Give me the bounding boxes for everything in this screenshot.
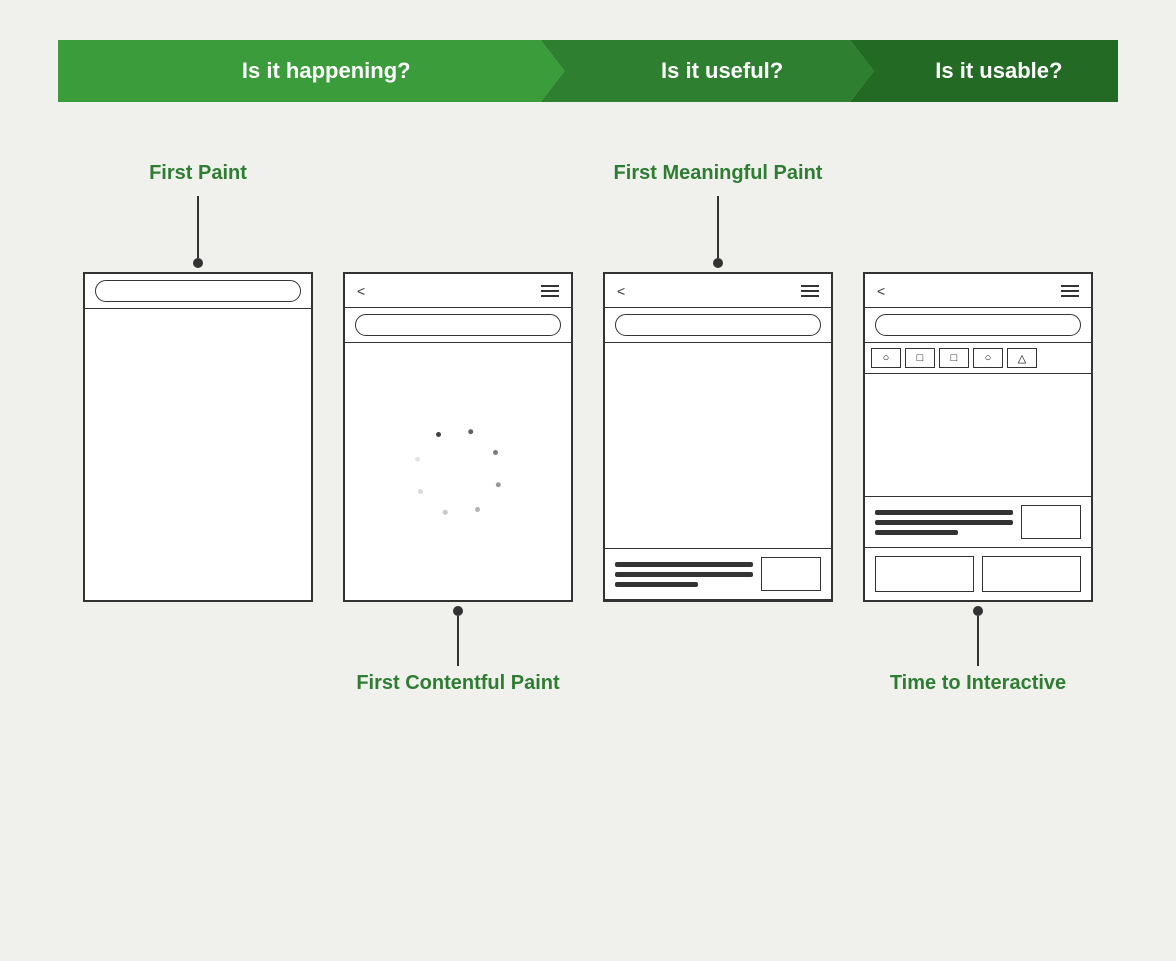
line-fcp xyxy=(457,616,459,666)
card-tti: < ○ □ □ ○ △ xyxy=(863,162,1093,700)
phone-fmp: < xyxy=(603,272,833,602)
text-btn-row-fmp xyxy=(605,549,831,600)
phone-searchbar-fcp xyxy=(345,308,571,343)
line-tti xyxy=(977,616,979,666)
connector-bottom-tti xyxy=(973,606,983,666)
search-pill-fmp xyxy=(615,314,821,336)
text-btn-row-tti xyxy=(865,497,1091,548)
text-lines-tti xyxy=(875,510,1013,535)
action-btn-tti xyxy=(1021,505,1081,539)
dot-tti xyxy=(973,606,983,616)
tab-square1: □ xyxy=(905,348,935,368)
tab-circle: ○ xyxy=(871,348,901,368)
connector-top-first-paint xyxy=(193,196,203,268)
banner-label-happening: Is it happening? xyxy=(242,58,411,84)
action-btn-fmp xyxy=(761,557,821,591)
phone-searchbar-tti xyxy=(865,308,1091,343)
line2-fmp xyxy=(615,572,753,577)
vertical-line xyxy=(197,208,199,258)
phone-topbar-fmp: < xyxy=(605,274,831,308)
dot-fmp xyxy=(713,258,723,268)
big-btn-left-tti xyxy=(875,556,974,592)
search-pill xyxy=(95,280,301,302)
banner-segment-happening: Is it happening? xyxy=(58,40,565,102)
spinner-dots xyxy=(436,450,480,494)
line1-tti xyxy=(875,510,1013,515)
phone-topbar-fcp: < xyxy=(345,274,571,308)
btn-row-tti xyxy=(865,548,1091,600)
tab-square2: □ xyxy=(939,348,969,368)
phone-tabs-tti: ○ □ □ ○ △ xyxy=(865,343,1091,374)
search-pill-tti xyxy=(875,314,1081,336)
big-btn-right-tti xyxy=(982,556,1081,592)
label-first-paint: First Paint xyxy=(149,162,247,190)
phone-first-paint xyxy=(83,272,313,602)
dot xyxy=(193,258,203,268)
banner-label-usable: Is it usable? xyxy=(935,58,1062,84)
tab-circle2: ○ xyxy=(973,348,1003,368)
card-first-meaningful-paint: First Meaningful Paint < xyxy=(603,162,833,602)
phone-empty-body xyxy=(85,309,311,600)
line1-fmp xyxy=(615,562,753,567)
search-pill-fcp xyxy=(355,314,561,336)
connector-top-fmp xyxy=(713,196,723,268)
line3-fmp xyxy=(615,582,698,587)
line2-tti xyxy=(875,520,1013,525)
phone-searchbar xyxy=(85,274,311,309)
line3-tti xyxy=(875,530,958,535)
phone-tti: < ○ □ □ ○ △ xyxy=(863,272,1093,602)
banner-segment-usable: Is it usable? xyxy=(850,40,1118,102)
burger-icon-fmp xyxy=(801,285,819,297)
phone-searchbar-fmp xyxy=(605,308,831,343)
image-placeholder-tti xyxy=(865,374,1091,497)
back-icon: < xyxy=(357,283,365,299)
back-icon-tti: < xyxy=(877,283,885,299)
phone-topbar-tti: < xyxy=(865,274,1091,308)
tab-triangle: △ xyxy=(1007,348,1037,368)
phone-fcp: < xyxy=(343,272,573,602)
tick-line xyxy=(197,196,199,208)
phone-content-tti xyxy=(865,374,1091,600)
dot-fcp xyxy=(453,606,463,616)
line-fmp xyxy=(717,208,719,258)
spinner xyxy=(345,343,571,600)
banner-segment-useful: Is it useful? xyxy=(541,40,874,102)
banner-label-useful: Is it useful? xyxy=(661,58,783,84)
label-tti: Time to Interactive xyxy=(890,672,1066,700)
back-icon-fmp: < xyxy=(617,283,625,299)
burger-icon xyxy=(541,285,559,297)
burger-icon-tti xyxy=(1061,285,1079,297)
label-fmp: First Meaningful Paint xyxy=(614,162,823,190)
label-fcp: First Contentful Paint xyxy=(356,672,559,700)
phone-content-fmp xyxy=(605,343,831,600)
card-first-paint: First Paint xyxy=(83,162,313,602)
connector-bottom-fcp xyxy=(453,606,463,666)
text-lines-fmp xyxy=(615,562,753,587)
image-placeholder-fmp xyxy=(605,343,831,549)
banner: Is it happening? Is it useful? Is it usa… xyxy=(58,40,1118,102)
tick-fmp xyxy=(717,196,719,208)
card-first-contentful-paint: < xyxy=(343,162,573,700)
cards-row: First Paint < xyxy=(38,162,1138,700)
